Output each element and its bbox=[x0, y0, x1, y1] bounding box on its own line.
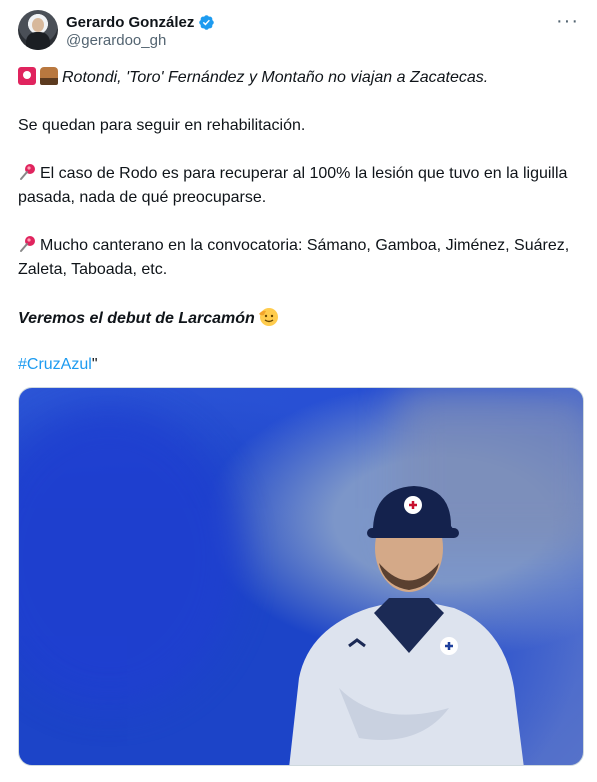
avatar-body bbox=[26, 32, 50, 50]
author-name-row[interactable]: Gerardo González bbox=[66, 12, 215, 32]
tweet-line-1-text: Rotondi, 'Toro' Fernández y Montaño no v… bbox=[62, 69, 489, 86]
avatar[interactable] bbox=[18, 10, 58, 50]
tweet-line-2: Se quedan para seguir en rehabilitación. bbox=[18, 117, 306, 134]
author-handle[interactable]: @gerardoo_gh bbox=[66, 32, 166, 49]
pushpin-icon bbox=[20, 164, 35, 180]
more-options-icon[interactable]: ··· bbox=[556, 11, 579, 31]
tweet-header: Gerardo González @gerardoo_gh ··· bbox=[18, 10, 579, 52]
coach-figure bbox=[289, 486, 524, 765]
smiling-face-icon bbox=[258, 308, 278, 326]
tweet-line-3-text: El caso de Rodo es para recuperar al 100… bbox=[18, 165, 568, 206]
tweet-line-4: Mucho canterano en la convocatoria: Sáma… bbox=[18, 234, 579, 282]
tweet-line-1: Rotondi, 'Toro' Fernández y Montaño no v… bbox=[18, 66, 579, 90]
tweet-photo[interactable] bbox=[18, 387, 584, 766]
tweet-card: Gerardo González @gerardoo_gh ··· Rotond… bbox=[0, 0, 597, 782]
tweet-line-5: Veremos el debut de Larcamón bbox=[18, 306, 579, 331]
photo-blur-foreground bbox=[19, 408, 239, 708]
train-icon bbox=[40, 67, 58, 85]
avatar-face bbox=[32, 18, 44, 32]
tweet-line-3: El caso de Rodo es para recuperar al 100… bbox=[18, 162, 579, 210]
station-sign-icon bbox=[18, 67, 36, 85]
hashtag-link[interactable]: #CruzAzul bbox=[18, 356, 92, 373]
author-name[interactable]: Gerardo González bbox=[66, 14, 194, 31]
hashtag-suffix: " bbox=[91, 356, 98, 373]
tweet-line-5-text: Veremos el debut de Larcamón bbox=[18, 310, 255, 327]
tweet-line-4-text: Mucho canterano en la convocatoria: Sáma… bbox=[18, 237, 570, 278]
tweet-line-6: #CruzAzul" bbox=[18, 353, 579, 377]
pushpin-icon bbox=[20, 236, 35, 252]
verified-badge-icon bbox=[199, 14, 215, 30]
